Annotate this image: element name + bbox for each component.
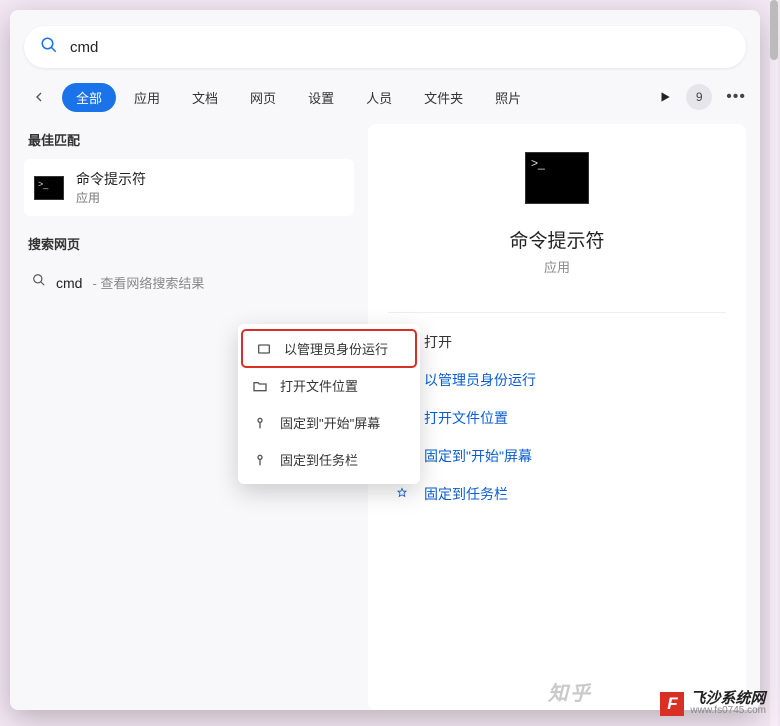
pin-icon (394, 486, 410, 502)
action-label: 打开文件位置 (424, 408, 508, 428)
more-icon[interactable]: ••• (726, 88, 746, 106)
action-pin-taskbar[interactable]: 固定到任务栏 (388, 475, 726, 513)
scrollbar-thumb[interactable] (770, 0, 778, 60)
scrollbar-track (770, 0, 778, 726)
result-title: 命令提示符 (76, 169, 146, 189)
action-label: 固定到"开始"屏幕 (424, 446, 532, 466)
pin-icon (252, 415, 268, 431)
search-panel: 全部 应用 文档 网页 设置 人员 文件夹 照片 9 ••• 最佳匹配 命令提示… (10, 10, 760, 710)
action-pin-start[interactable]: 固定到"开始"屏幕 (388, 437, 726, 475)
pin-icon (252, 452, 268, 468)
filter-chip-docs[interactable]: 文档 (178, 83, 232, 112)
web-query: cmd (56, 275, 82, 291)
action-open[interactable]: 打开 (388, 323, 726, 361)
filter-chip-web[interactable]: 网页 (236, 83, 290, 112)
preview-cmd-icon (525, 152, 589, 204)
filter-chip-folders[interactable]: 文件夹 (410, 83, 477, 112)
result-subtitle: 应用 (76, 189, 146, 206)
action-label: 打开 (424, 332, 452, 352)
cmd-icon (34, 176, 64, 200)
folder-icon (252, 378, 268, 394)
context-menu: 以管理员身份运行 打开文件位置 固定到"开始"屏幕 固定到任务栏 (238, 324, 420, 484)
action-label: 以管理员身份运行 (424, 370, 536, 390)
preview-subtitle: 应用 (544, 257, 570, 276)
site-watermark: F 飞沙系统网 www.fs0745.com (660, 691, 766, 716)
web-result-item[interactable]: cmd - 查看网络搜索结果 (24, 263, 354, 302)
filter-row: 全部 应用 文档 网页 设置 人员 文件夹 照片 9 ••• (10, 78, 760, 124)
play-icon[interactable] (658, 90, 672, 104)
filter-chip-photos[interactable]: 照片 (481, 83, 535, 112)
result-item-cmd[interactable]: 命令提示符 应用 (24, 159, 354, 216)
context-run-as-admin[interactable]: 以管理员身份运行 (242, 330, 416, 367)
filter-chip-settings[interactable]: 设置 (294, 83, 348, 112)
filter-chip-apps[interactable]: 应用 (120, 83, 174, 112)
back-icon[interactable] (24, 82, 54, 112)
search-bar (24, 26, 746, 68)
best-match-label: 最佳匹配 (28, 130, 354, 149)
action-run-as-admin[interactable]: 以管理员身份运行 (388, 361, 726, 399)
preview-title: 命令提示符 (509, 226, 604, 253)
preview-column: 命令提示符 应用 打开 以管理员身份运行 打开文件位置 固定到"开始"屏幕 (368, 124, 746, 710)
search-icon (40, 36, 58, 59)
context-label: 固定到"开始"屏幕 (280, 413, 380, 432)
site-url: www.fs0745.com (690, 706, 766, 716)
zhihu-watermark: 知乎 (548, 677, 592, 706)
filter-chip-people[interactable]: 人员 (352, 83, 406, 112)
result-texts: 命令提示符 应用 (76, 169, 146, 206)
notification-badge[interactable]: 9 (686, 84, 712, 110)
context-label: 以管理员身份运行 (284, 339, 388, 358)
search-icon (32, 273, 46, 292)
action-open-location[interactable]: 打开文件位置 (388, 399, 726, 437)
search-input[interactable] (70, 39, 730, 56)
context-pin-start[interactable]: 固定到"开始"屏幕 (238, 404, 420, 441)
context-pin-taskbar[interactable]: 固定到任务栏 (238, 441, 420, 478)
context-open-location[interactable]: 打开文件位置 (238, 367, 420, 404)
filter-right-controls: 9 ••• (658, 84, 746, 110)
web-suffix: - 查看网络搜索结果 (92, 273, 204, 292)
site-badge-icon: F (660, 692, 684, 716)
context-label: 打开文件位置 (280, 376, 358, 395)
filter-chip-all[interactable]: 全部 (62, 83, 116, 112)
search-web-label: 搜索网页 (28, 234, 354, 253)
admin-icon (256, 341, 272, 357)
site-name: 飞沙系统网 (690, 691, 766, 706)
preview-actions: 打开 以管理员身份运行 打开文件位置 固定到"开始"屏幕 固定到任务栏 (388, 312, 726, 513)
action-label: 固定到任务栏 (424, 484, 508, 504)
context-label: 固定到任务栏 (280, 450, 358, 469)
